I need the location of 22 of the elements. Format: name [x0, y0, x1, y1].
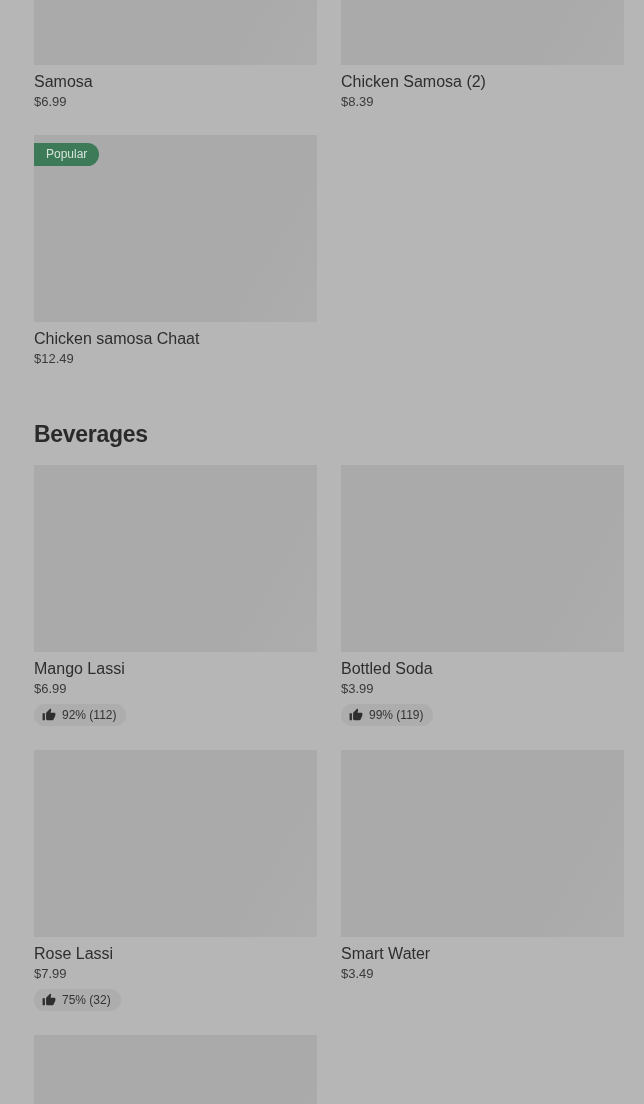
rating-text: 75% (32) — [62, 993, 111, 1007]
dish-name: Bottled Soda — [341, 659, 433, 679]
popular-badge: Popular — [34, 143, 100, 166]
dish-price: $3.49 — [341, 965, 374, 983]
dish-name: Smart Water — [341, 944, 431, 964]
dish-name: Mango Lassi — [34, 659, 125, 679]
section-heading: Beverages — [34, 420, 149, 448]
dish-name: Samosa — [34, 72, 93, 92]
dish-price: $6.99 — [34, 680, 67, 698]
dish-price: $8.39 — [341, 93, 374, 111]
dish-name: Chicken Samosa (2) — [341, 72, 486, 92]
rating-text: 92% (112) — [62, 708, 117, 722]
dish-price: $6.99 — [34, 93, 67, 111]
dish-price: $12.49 — [34, 350, 74, 368]
dish-price: $3.99 — [341, 680, 374, 698]
dish-name: Chicken samosa Chaat — [34, 329, 200, 349]
thumbs-up-icon — [42, 708, 56, 722]
rating-text: 99% (119) — [369, 708, 424, 722]
thumbs-up-icon — [42, 993, 56, 1007]
dish-name: Rose Lassi — [34, 944, 114, 964]
thumbs-up-icon — [349, 708, 363, 722]
dish-price: $7.99 — [34, 965, 67, 983]
